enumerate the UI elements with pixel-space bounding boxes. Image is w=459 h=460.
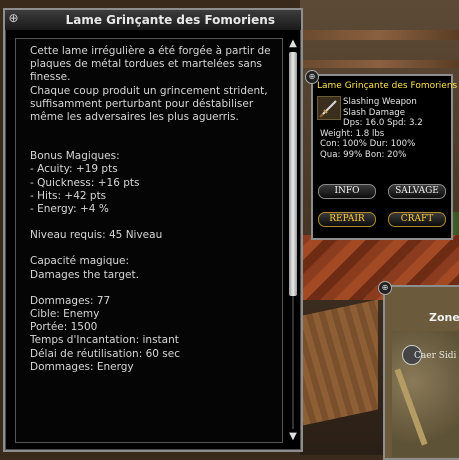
- item-info-window: ⊕ Lame Grinçante des Fomoriens Slashing …: [305, 70, 458, 240]
- weapon-type: Slashing Weapon: [343, 97, 417, 107]
- spell-line: Portée: 1500: [30, 321, 98, 334]
- ability-text: Damages the target.: [30, 268, 139, 281]
- scroll-up-icon[interactable]: ▲: [286, 38, 300, 50]
- spell-line: Délai de réutilisation: 60 sec: [30, 347, 180, 360]
- flavor-paragraph: Chaque coup produit un grincement stride…: [30, 84, 268, 124]
- condition-durability: Con: 100% Dur: 100%: [320, 139, 416, 150]
- repair-button[interactable]: REPAIR: [318, 212, 376, 227]
- description-body: Cette lame irrégulière a été forgée à pa…: [15, 38, 283, 443]
- weight: Weight: 1.8 lbs: [320, 128, 385, 139]
- dps-speed: Dps: 16.0 Spd: 3.2: [343, 118, 423, 129]
- flavor-paragraph: Cette lame irrégulière a été forgée à pa…: [30, 45, 271, 84]
- bonus-header: Bonus Magiques:: [30, 150, 120, 163]
- description-text: Cette lame irrégulière a été forgée à pa…: [30, 45, 280, 374]
- item-description-window: Lame Grinçante des Fomoriens ⊕ Cette lam…: [3, 8, 303, 452]
- map-road: [394, 368, 428, 446]
- damage-type: Slash Damage: [343, 107, 406, 118]
- spell-line: Dommages: 77: [30, 294, 111, 307]
- bonus-line: - Acuity: +19 pts: [30, 163, 118, 176]
- spell-line: Cible: Enemy: [30, 308, 100, 321]
- level-requirement: Niveau requis: 45 Niveau: [30, 229, 163, 242]
- scene-beam: [300, 30, 459, 40]
- zone-place-label: Caer Sidi: [414, 351, 457, 361]
- ability-header: Capacité magique:: [30, 255, 130, 268]
- scroll-thumb[interactable]: [289, 52, 297, 296]
- scene-bench: [298, 299, 378, 427]
- zone-map[interactable]: Caer Sidi: [392, 331, 459, 457]
- window-system-icon[interactable]: ⊕: [7, 12, 20, 25]
- bonus-line: - Quickness: +16 pts: [30, 176, 140, 189]
- info-button[interactable]: INFO: [318, 184, 376, 199]
- item-name: Lame Grinçante des Fomoriens: [317, 81, 458, 91]
- description-window-title[interactable]: Lame Grinçante des Fomoriens: [5, 10, 301, 30]
- bonus-line: - Energy: +4 %: [30, 203, 109, 216]
- scene-beam: [300, 60, 459, 68]
- window-system-icon[interactable]: ⊕: [378, 281, 392, 295]
- zone-map-window: ⊕ Zone Caer Sidi: [378, 281, 459, 460]
- bonus-line: - Hits: +42 pts: [30, 189, 107, 202]
- item-stats: Slashing Weapon Slash Damage Dps: 16.0 S…: [320, 97, 452, 161]
- spell-line: Dommages: Energy: [30, 360, 134, 373]
- quality-bonus: Qua: 99% Bon: 20%: [320, 149, 407, 160]
- salvage-button[interactable]: SALVAGE: [388, 184, 446, 199]
- zone-title: Zone: [429, 311, 459, 324]
- craft-button[interactable]: CRAFT: [388, 212, 446, 227]
- scroll-down-icon[interactable]: ▼: [286, 431, 300, 443]
- description-scrollbar[interactable]: ▲ ▼: [286, 38, 300, 443]
- spell-line: Temps d'Incantation: instant: [30, 334, 179, 347]
